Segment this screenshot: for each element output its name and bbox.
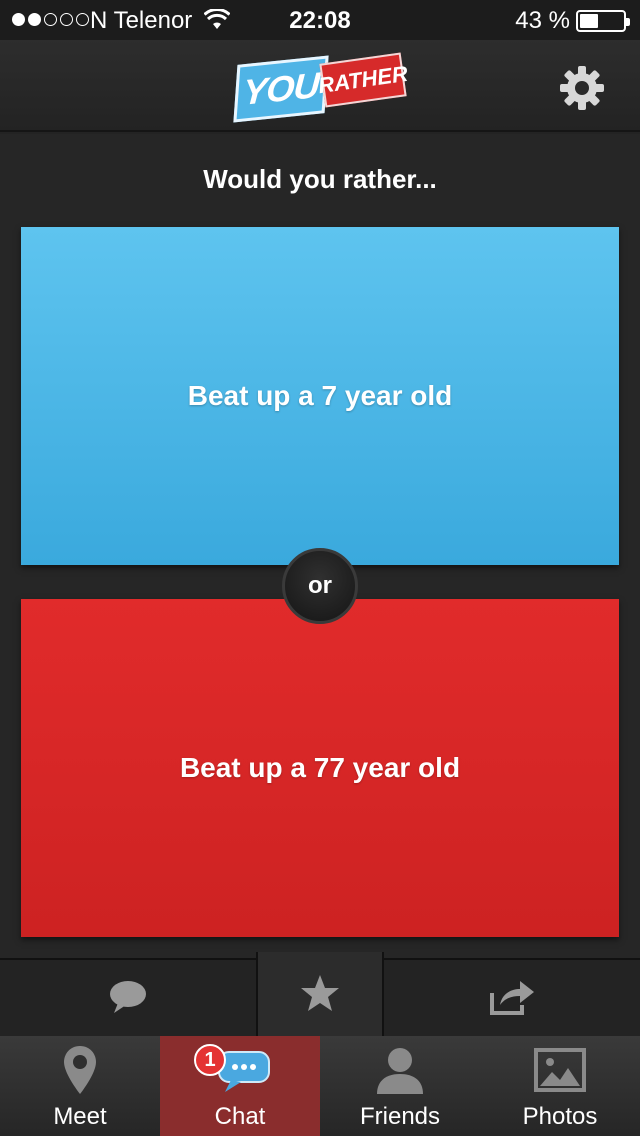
comment-button[interactable] — [0, 960, 256, 1038]
favorite-button[interactable] — [256, 952, 384, 1038]
tab-photos[interactable]: Photos — [480, 1036, 640, 1136]
option-a-card[interactable]: Beat up a 7 year old — [21, 227, 619, 565]
tab-chat-label: Chat — [214, 1103, 266, 1130]
question-prompt: Would you rather... — [203, 164, 437, 194]
option-b-label: Beat up a 77 year old — [179, 752, 461, 783]
location-pin-icon — [62, 1040, 98, 1100]
status-bar: N Telenor 22:08 43 % — [0, 0, 640, 40]
logo-you: YOU — [233, 55, 329, 123]
tab-meet-label: Meet — [53, 1103, 107, 1130]
tab-friends[interactable]: Friends — [320, 1036, 480, 1136]
action-bar — [0, 952, 640, 1038]
app-logo: YOU RATHER — [233, 50, 409, 128]
logo-rather: RATHER — [317, 52, 409, 108]
app-header: YOU RATHER — [0, 40, 640, 132]
tab-photos-label: Photos — [522, 1103, 598, 1130]
question-area: Would you rather... Beat up a 7 year old… — [0, 134, 640, 958]
share-button[interactable] — [384, 960, 640, 1038]
battery-percent: 43 % — [515, 7, 570, 34]
gear-icon[interactable] — [560, 66, 604, 110]
tab-friends-label: Friends — [359, 1103, 441, 1130]
speech-bubble-icon — [108, 979, 148, 1020]
tab-bar: Meet 1 Chat Friends Photos — [0, 1036, 640, 1136]
option-b-card[interactable]: Beat up a 77 year old — [21, 599, 619, 937]
battery-icon — [576, 10, 630, 32]
person-icon — [375, 1040, 425, 1100]
tab-chat[interactable]: 1 Chat — [160, 1036, 320, 1136]
photo-icon — [534, 1040, 586, 1100]
or-separator: or — [282, 548, 358, 624]
tab-meet[interactable]: Meet — [0, 1036, 160, 1136]
star-icon — [300, 974, 340, 1017]
option-a-label: Beat up a 7 year old — [187, 380, 453, 411]
chat-notification-badge: 1 — [194, 1044, 226, 1076]
share-icon — [488, 979, 536, 1020]
